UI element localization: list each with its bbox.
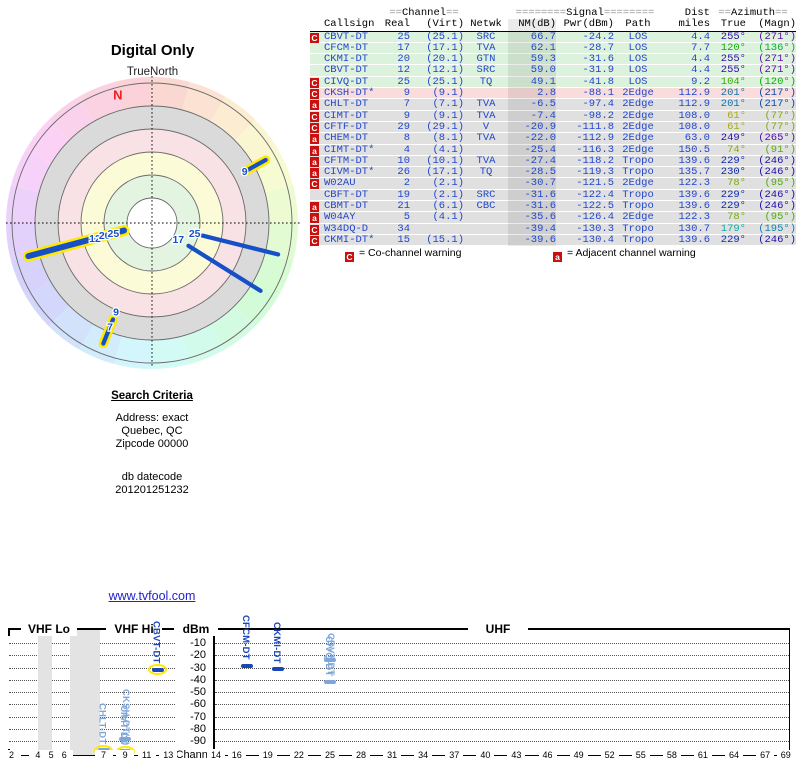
channel-tick-label: 7 bbox=[94, 749, 113, 760]
tvfool-report: Digital Only TrueNorth N 12 20 25 25 17 9 9 7 ==… bbox=[0, 0, 800, 768]
gridline bbox=[215, 692, 789, 693]
channel-tick-label: 31 bbox=[383, 749, 402, 760]
gridline bbox=[215, 741, 789, 742]
uhf-title: UHF bbox=[468, 622, 528, 636]
signal-dash bbox=[151, 667, 164, 672]
y-tick-label: -70 bbox=[190, 710, 206, 723]
channel-tick-label: 34 bbox=[414, 749, 433, 760]
station-callsign-label: CKMI-DT bbox=[271, 621, 283, 664]
channel-tick-label: 40 bbox=[476, 749, 495, 760]
signal-dash bbox=[272, 667, 285, 672]
signal-dash bbox=[241, 663, 254, 668]
dbm-axis-label: dBm bbox=[174, 622, 218, 636]
y-tick-label: -10 bbox=[190, 637, 206, 649]
uhf-panel-left-border bbox=[213, 628, 215, 756]
station-callsign-label: CHLT-DT bbox=[96, 702, 108, 745]
y-tick-label: -40 bbox=[190, 673, 206, 686]
channel-tick-label: 22 bbox=[289, 749, 308, 760]
channel-tick-label: 16 bbox=[227, 749, 246, 760]
channel-tick-label: 9 bbox=[116, 749, 135, 760]
gridline bbox=[215, 679, 789, 681]
channel-tick-label: 19 bbox=[258, 749, 277, 760]
y-tick-label: -90 bbox=[190, 735, 206, 747]
y-tick-label: -30 bbox=[190, 661, 206, 674]
gridline bbox=[215, 704, 789, 706]
uhf-panel-right-border bbox=[788, 628, 790, 756]
channel-tick-label: 11 bbox=[137, 749, 156, 760]
station-callsign-label: CIMT-DT bbox=[118, 705, 130, 745]
y-tick-label: -20 bbox=[190, 649, 206, 662]
channel-tick-label: 6 bbox=[55, 749, 74, 760]
gridline bbox=[215, 655, 789, 657]
channel-tick-label: 52 bbox=[600, 749, 619, 760]
y-tick-label: -80 bbox=[190, 722, 206, 735]
spectrum-chart: VHF Lo VHF Hi UHF dBm Channel -10 -20 -30 -40 -50… bbox=[0, 0, 800, 768]
channel-tick-label: 46 bbox=[538, 749, 557, 760]
channel-tick-label: 37 bbox=[445, 749, 464, 760]
channel-tick-label: 61 bbox=[693, 749, 712, 760]
channel-tick-label: 25 bbox=[320, 749, 339, 760]
y-tick-label: -60 bbox=[190, 698, 206, 711]
panel-corner-tick bbox=[8, 628, 10, 636]
gridline bbox=[215, 667, 789, 669]
gridline bbox=[215, 643, 789, 644]
frequency-gap-band bbox=[38, 629, 52, 755]
channel-tick-label: 13 bbox=[159, 749, 178, 760]
station-callsign-label: CBVT-DT bbox=[150, 621, 162, 664]
channel-tick-label: 64 bbox=[725, 749, 743, 760]
station-callsign-label: CIVQ-DT bbox=[322, 635, 334, 676]
y-tick-label: -50 bbox=[190, 686, 206, 698]
channel-tick-label: 43 bbox=[507, 749, 526, 760]
frequency-gap-band bbox=[70, 629, 100, 755]
channel-tick-label: 55 bbox=[631, 749, 650, 760]
channel-tick-label: 67 bbox=[756, 749, 775, 760]
channel-tick-label: 14 bbox=[207, 749, 225, 760]
signal-dash bbox=[323, 679, 336, 684]
station-callsign-label: CFCM-DT bbox=[240, 615, 252, 660]
channel-tick-label: 2 bbox=[2, 749, 21, 760]
channel-tick-label: 49 bbox=[569, 749, 588, 760]
gridline bbox=[215, 716, 789, 718]
gridline bbox=[215, 728, 789, 730]
vhf-lo-title: VHF Lo bbox=[21, 622, 77, 636]
channel-tick-label: 28 bbox=[352, 749, 371, 760]
channel-tick-label: 69 bbox=[776, 749, 795, 760]
channel-tick-label: 58 bbox=[662, 749, 681, 760]
